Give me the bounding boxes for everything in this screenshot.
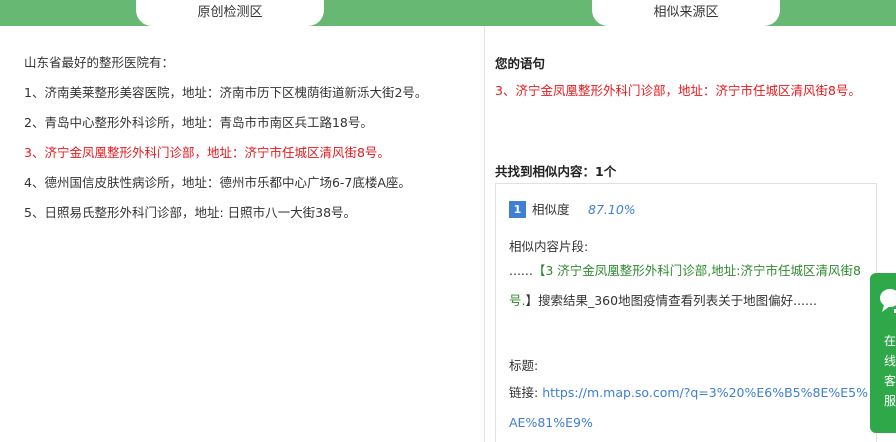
fragment-rest: 】搜索结果_360地图疫情查看列表关于地图偏好......: [525, 292, 817, 308]
similarity-value: 87.10%: [588, 202, 636, 217]
tab-original-detection[interactable]: 原创检测区: [136, 0, 324, 26]
source-link-row: 链接: https://m.map.so.com/?q=3%20%E6%B5%8…: [509, 378, 869, 437]
original-text-line: 5、日照易氏整形外科门诊部，地址: 日照市八一大街38号。: [24, 205, 357, 220]
your-sentence-label: 您的语句: [495, 56, 546, 71]
your-sentence: 3、济宁金凤凰整形外科门诊部，地址：济宁市任城区清风街8号。: [495, 83, 861, 98]
source-link[interactable]: https://m.map.so.com/?q=3%20%E6%B5%8E%E5…: [509, 385, 868, 430]
original-text-line: 1、济南美莱整形美容医院，地址：济南市历下区槐荫街道新泺大街2号。: [24, 85, 428, 100]
header-bar: 原创检测区 相似来源区: [0, 0, 896, 26]
link-label: 链接:: [509, 385, 539, 400]
original-text-line-highlighted[interactable]: 3、济宁金凤凰整形外科门诊部，地址：济宁市任城区清风街8号。: [24, 144, 390, 162]
original-text-line: 山东省最好的整形医院有：: [24, 55, 175, 70]
original-text-panel: 山东省最好的整形医院有： 1、济南美莱整形美容医院，地址：济南市历下区槐荫街道新…: [0, 26, 484, 442]
similar-result-card: 1 相似度 87.10% 相似内容片段: ......【3 济宁金凤凰整形外科门…: [495, 183, 877, 442]
fragment-label: 相似内容片段:: [509, 239, 589, 254]
title-label: 标题:: [509, 358, 539, 373]
similar-sources-panel: 您的语句 3、济宁金凤凰整形外科门诊部，地址：济宁市任城区清风街8号。 共找到相…: [485, 26, 896, 442]
fragment-prefix: ......: [509, 263, 533, 278]
online-service-widget[interactable]: 在线客服: [870, 273, 896, 433]
rank-badge: 1: [509, 201, 526, 218]
original-text-line: 4、德州国信皮肤性病诊所，地址：德州市乐都中心广场6-7底楼A座。: [24, 175, 411, 190]
chat-icon: [880, 289, 896, 313]
similar-count-label: 共找到相似内容：1个: [495, 164, 617, 179]
original-text-line: 2、青岛中心整形外科诊所，地址：青岛市市南区兵工路18号。: [24, 115, 373, 130]
tab-similar-sources[interactable]: 相似来源区: [592, 0, 780, 26]
online-service-label: 在线客服: [884, 334, 896, 408]
similar-fragment: ......【3 济宁金凤凰整形外科门诊部,地址:济宁市任城区清风街8号.】搜索…: [509, 256, 869, 315]
similarity-label: 相似度: [532, 202, 570, 217]
